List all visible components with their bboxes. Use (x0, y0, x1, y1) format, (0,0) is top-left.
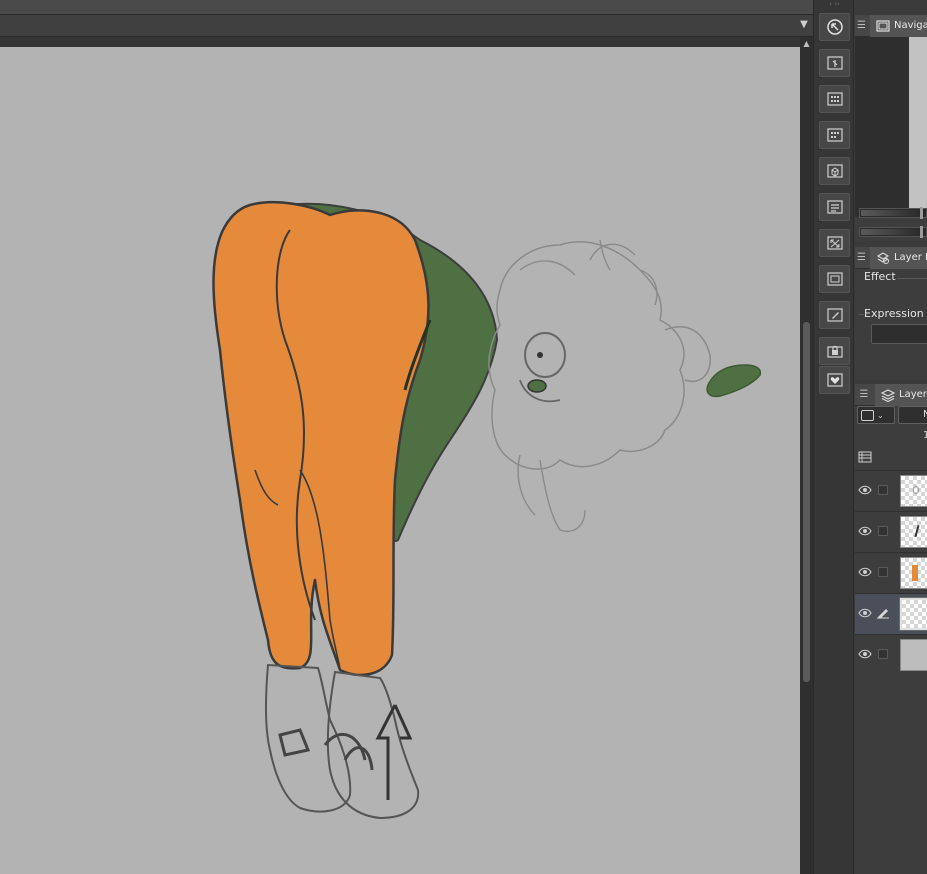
expression-color-label: Expression color (864, 307, 927, 320)
boot-detail (278, 728, 374, 771)
eye-icon[interactable] (858, 648, 872, 660)
layer-thumbnail (900, 639, 927, 671)
color-set-icon[interactable] (819, 121, 850, 149)
navigator-panel: ☰ Navigator (855, 15, 927, 241)
eye-icon[interactable] (858, 525, 872, 537)
square-icon (861, 409, 874, 421)
ear-sketch (664, 326, 711, 382)
sub-tool-icon[interactable] (819, 49, 850, 77)
menu-icon[interactable]: ☰ (857, 389, 871, 401)
drawing (212, 200, 762, 820)
layer-property-header: ☰ Layer Property (855, 247, 927, 269)
layer-panel: ☰ Layer ⌄ Normal 100 (855, 384, 927, 874)
layer-thumbnail (900, 475, 927, 507)
layer-thumbnail (900, 557, 927, 589)
layer-thumbnail (899, 597, 927, 631)
palette-dock-bar: ‹ ›› (813, 0, 854, 874)
layer-row-active[interactable] (855, 593, 927, 634)
rotate-icon[interactable] (819, 13, 850, 41)
layer-lock-checkbox[interactable] (878, 567, 888, 577)
layer-lock-checkbox[interactable] (878, 649, 888, 659)
expression-color-select[interactable] (871, 324, 927, 344)
layer-property-icon (876, 251, 890, 264)
image-icon[interactable] (819, 265, 850, 293)
navigator-icon (876, 19, 890, 32)
layer-property-title: Layer Property (893, 252, 927, 263)
menu-icon[interactable]: ☰ (857, 252, 866, 264)
favorite-icon[interactable] (819, 366, 850, 394)
lock-icon[interactable] (819, 337, 850, 365)
eye-sketch (524, 332, 566, 378)
layer-property-panel: ☰ Layer Property Effect Expression color (855, 247, 927, 380)
pen-icon (877, 609, 889, 619)
scrollbar-thumb[interactable] (803, 322, 810, 682)
3d-material-icon[interactable] (819, 157, 850, 185)
dock-grip-icon[interactable]: ‹ ›› (814, 0, 855, 8)
layer-toolbar: ⌄ Normal (855, 406, 927, 424)
canvas-tab-strip (0, 37, 813, 47)
zoom-slider-knob[interactable] (920, 207, 923, 219)
layer-thumbnail (900, 516, 927, 548)
eye-icon[interactable] (858, 566, 872, 578)
navigator-header: ☰ Navigator (855, 15, 927, 37)
blend-mode-select[interactable]: Normal (898, 406, 927, 424)
layer-row-paper[interactable] (855, 634, 927, 675)
pants-shape (212, 200, 430, 677)
transform-icon[interactable] (819, 229, 850, 257)
eye-icon[interactable] (858, 484, 872, 496)
layer-lock-checkbox[interactable] (878, 485, 888, 495)
canvas-tab-bar: ▼ (0, 15, 813, 37)
history-icon[interactable] (819, 193, 850, 221)
tail-shape (706, 364, 762, 398)
navigator-canvas-thumbnail (909, 37, 927, 209)
layer-tab[interactable]: Layer (875, 384, 927, 406)
layer-list-icon[interactable] (858, 451, 872, 463)
chevron-down-icon: ⌄ (877, 410, 884, 420)
layer-row-color[interactable] (855, 552, 927, 593)
menu-icon[interactable]: ☰ (857, 20, 866, 32)
nose-shape (527, 379, 547, 393)
navigator-title: Navigator (893, 20, 927, 31)
layer-color-button[interactable]: ⌄ (857, 406, 895, 424)
navigator-preview[interactable] (855, 37, 927, 217)
clip-studio-window: ▼ ▲ ‹ ›› ☰ Naviga ☰ Layer Effect Express… (0, 0, 927, 874)
divider (897, 278, 927, 279)
layer-title: Layer (899, 389, 927, 400)
canvas-vertical-scrollbar[interactable]: ▲ (800, 37, 813, 874)
canvas[interactable] (0, 47, 800, 874)
title-bar (0, 0, 813, 15)
edit-icon[interactable] (819, 301, 850, 329)
rotate-slider[interactable] (859, 226, 927, 238)
layers-icon (881, 388, 895, 402)
layer-header: ☰ Layer (855, 384, 927, 406)
layer-lock-checkbox[interactable] (878, 526, 888, 536)
hair-sketch (519, 239, 658, 306)
scroll-up-icon[interactable]: ▲ (802, 39, 811, 48)
pupil (537, 352, 543, 358)
layer-property-tab[interactable]: Layer Property (869, 247, 927, 269)
navigator-tab[interactable]: Navigator (869, 15, 927, 37)
opacity-value[interactable]: 100 (923, 430, 927, 441)
head-sketch (488, 241, 685, 470)
rotate-slider-knob[interactable] (920, 226, 923, 238)
effect-label: Effect (864, 270, 896, 283)
layer-row-sketch[interactable] (855, 470, 927, 511)
chevron-down-icon[interactable]: ▼ (799, 20, 809, 30)
layer-row-lineart[interactable] (855, 511, 927, 552)
zoom-slider[interactable] (859, 207, 927, 219)
grid-palette-icon[interactable] (819, 85, 850, 113)
eye-icon[interactable] (858, 607, 872, 619)
